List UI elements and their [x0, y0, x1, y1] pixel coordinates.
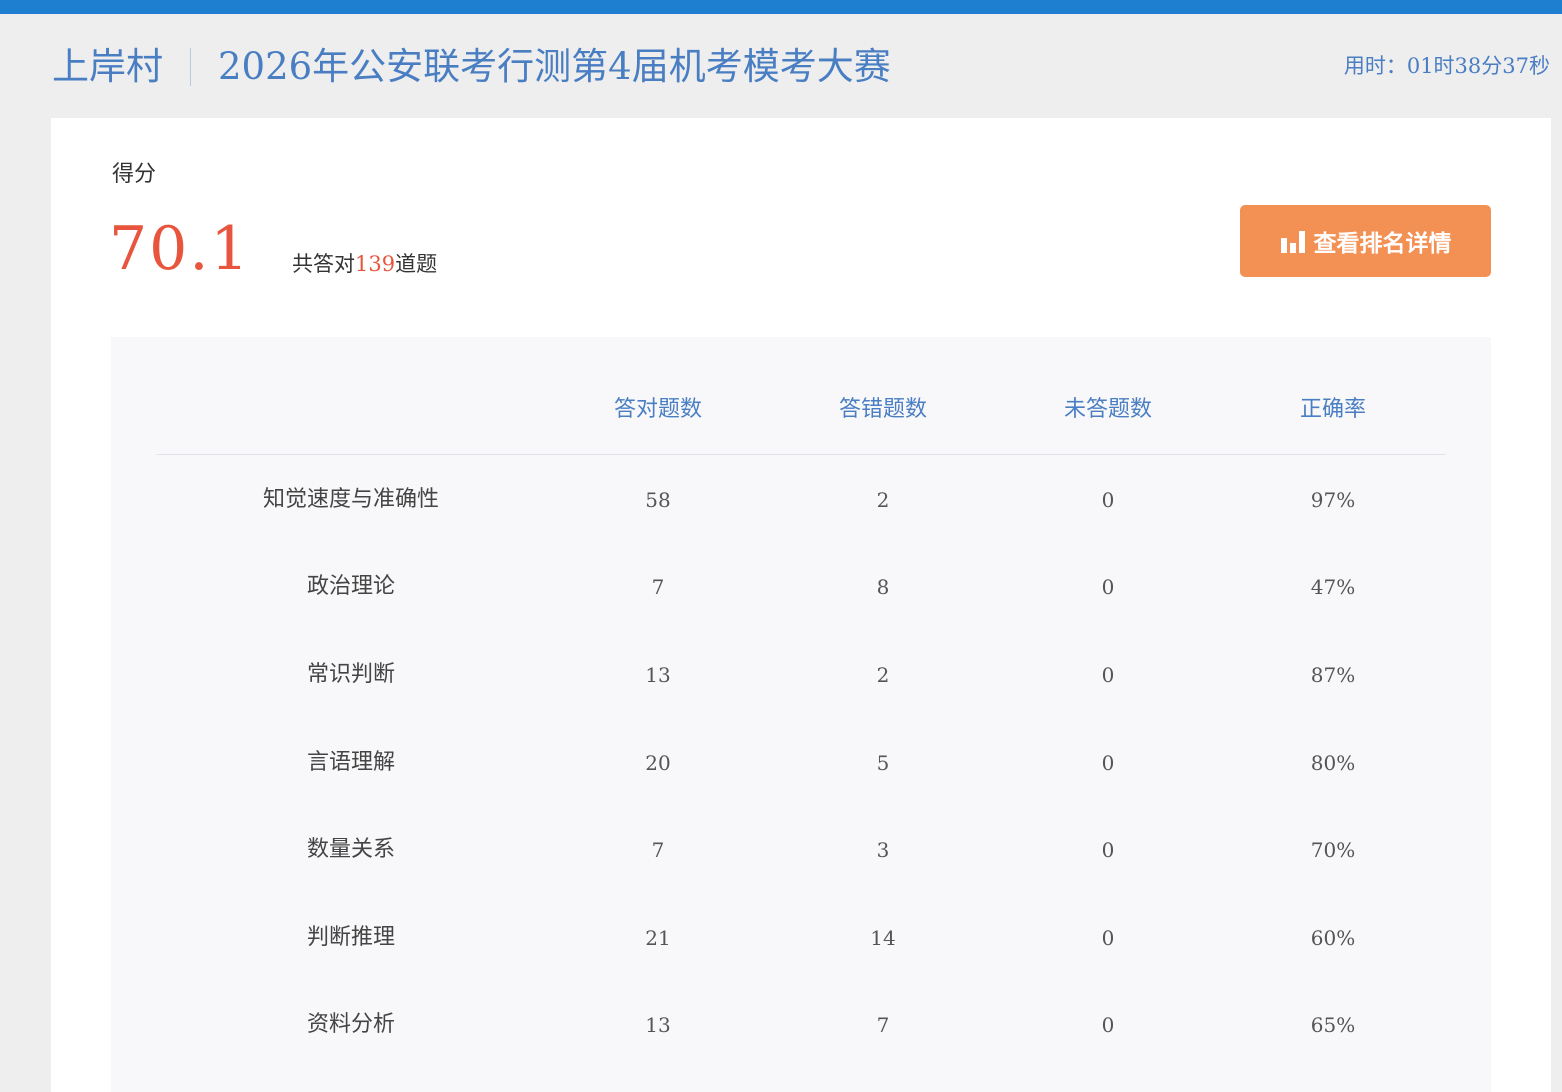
row-accuracy: 60% — [1310, 926, 1356, 950]
row-accuracy: 70% — [1310, 838, 1356, 862]
col-header-accuracy: 正确率 — [1299, 397, 1366, 422]
row-correct: 7 — [651, 838, 665, 862]
row-wrong: 7 — [876, 1013, 890, 1037]
row-wrong: 3 — [876, 838, 890, 862]
table-row: 数量关系 7 3 0 70% — [111, 830, 1491, 870]
row-correct: 21 — [645, 926, 671, 950]
row-correct: 7 — [651, 575, 665, 599]
row-unanswered: 0 — [1101, 926, 1115, 950]
row-accuracy: 65% — [1310, 1013, 1356, 1037]
row-wrong: 5 — [876, 751, 890, 775]
row-unanswered: 0 — [1101, 488, 1115, 512]
score-label: 得分 — [112, 162, 157, 187]
table-row: 知觉速度与准确性 58 2 0 97% — [111, 480, 1491, 520]
table-row: 资料分析 13 7 0 65% — [111, 1005, 1491, 1045]
brand-logo-text[interactable]: 上岸村 — [52, 44, 163, 90]
page-title: 2026年公安联考行测第4届机考模考大赛 — [218, 45, 891, 88]
row-correct: 58 — [645, 488, 671, 512]
score-value: 70.1 — [109, 214, 251, 284]
row-accuracy: 80% — [1310, 751, 1356, 775]
col-header-correct: 答对题数 — [613, 397, 702, 422]
elapsed-time: 用时：01时38分37秒 — [1343, 54, 1550, 78]
col-header-wrong: 答错题数 — [838, 397, 927, 422]
col-header-unanswered: 未答题数 — [1063, 397, 1152, 422]
header-divider — [190, 48, 191, 86]
row-unanswered: 0 — [1101, 663, 1115, 687]
correct-summary: 共答对139道题 — [292, 250, 437, 278]
correct-summary-suffix: 道题 — [395, 252, 438, 276]
row-unanswered: 0 — [1101, 751, 1115, 775]
table-row: 判断推理 21 14 0 60% — [111, 918, 1491, 958]
correct-count: 139 — [355, 252, 396, 276]
row-unanswered: 0 — [1101, 838, 1115, 862]
correct-summary-prefix: 共答对 — [292, 252, 355, 276]
view-ranking-button[interactable]: 查看排名详情 — [1240, 205, 1491, 277]
row-wrong: 2 — [876, 663, 890, 687]
row-subject: 言语理解 — [306, 750, 395, 775]
row-subject: 数量关系 — [306, 837, 395, 862]
table-row: 政治理论 7 8 0 47% — [111, 567, 1491, 607]
row-wrong: 8 — [876, 575, 890, 599]
bar-chart-icon — [1280, 231, 1305, 253]
row-unanswered: 0 — [1101, 575, 1115, 599]
table-row: 言语理解 20 5 0 80% — [111, 743, 1491, 783]
top-accent-bar — [0, 0, 1562, 14]
row-unanswered: 0 — [1101, 1013, 1115, 1037]
row-accuracy: 47% — [1310, 575, 1356, 599]
row-correct: 13 — [645, 663, 671, 687]
row-subject: 常识判断 — [306, 662, 395, 687]
row-subject: 判断推理 — [306, 925, 395, 950]
table-row: 常识判断 13 2 0 87% — [111, 655, 1491, 695]
row-subject: 知觉速度与准确性 — [262, 487, 439, 512]
row-subject: 政治理论 — [306, 574, 395, 599]
row-correct: 20 — [645, 751, 671, 775]
row-wrong: 14 — [870, 926, 896, 950]
row-accuracy: 97% — [1310, 488, 1356, 512]
row-correct: 13 — [645, 1013, 671, 1037]
row-subject: 资料分析 — [306, 1012, 395, 1037]
row-wrong: 2 — [876, 488, 890, 512]
stats-table: 答对题数 答错题数 未答题数 正确率 知觉速度与准确性 58 2 0 97% 政… — [111, 337, 1491, 1092]
result-card: 得分 70.1 共答对139道题 查看排名详情 答对题数 答错题数 未答题数 正… — [51, 118, 1551, 1092]
row-accuracy: 87% — [1310, 663, 1356, 687]
view-ranking-label: 查看排名详情 — [1313, 231, 1452, 257]
